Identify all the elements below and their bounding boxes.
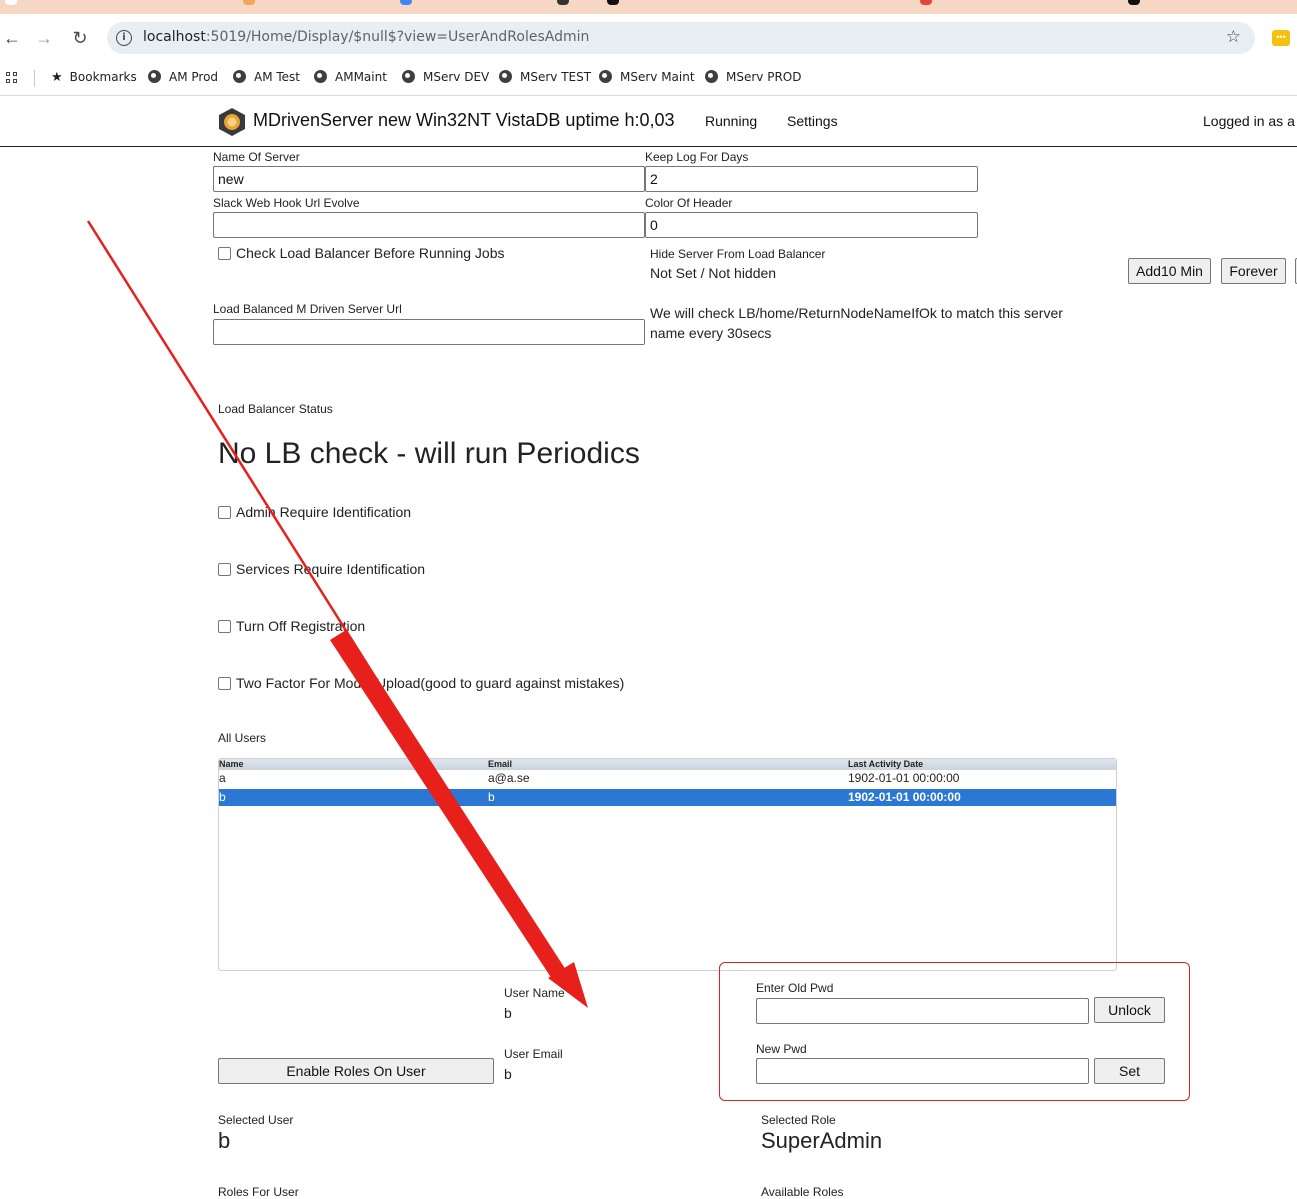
cell-last-activity: 1902-01-01 00:00:00	[848, 790, 961, 804]
browser-tab-strip	[0, 0, 1297, 14]
selected-user-value: b	[218, 1128, 231, 1153]
tab-favicon[interactable]	[557, 0, 569, 5]
keep-log-input[interactable]	[645, 166, 978, 192]
hide-server-value: Not Set / Not hidden	[650, 265, 777, 281]
table-row-selected[interactable]: b b 1902-01-01 00:00:00	[219, 789, 1116, 806]
check-lb-label: Check Load Balancer Before Running Jobs	[236, 245, 505, 261]
tab-favicon[interactable]	[243, 0, 255, 5]
cell-email: b	[488, 790, 495, 804]
url-text[interactable]: localhost:5019/Home/Display/$null$?view=…	[143, 29, 589, 45]
user-name-value: b	[504, 1005, 512, 1021]
globe-icon	[314, 70, 327, 83]
admin-require-id-label: Admin Require Identification	[236, 504, 412, 520]
check-lb-checkbox[interactable]	[218, 247, 231, 260]
bookmark-am-prod[interactable]: AM Prod	[148, 67, 218, 87]
user-name-label: User Name	[504, 986, 565, 1000]
lb-url-label: Load Balanced M Driven Server Url	[213, 302, 402, 316]
lb-status-label: Load Balancer Status	[218, 402, 333, 416]
bookmark-mserv-prod[interactable]: MServ PROD	[705, 67, 801, 87]
back-arrow-icon[interactable]: ←	[0, 26, 24, 50]
two-factor-checkbox[interactable]	[218, 677, 231, 690]
bookmarks-bar: ★ Bookmarks AM Prod AM Test AMMaint MServ…	[0, 62, 1297, 95]
selected-role-value: SuperAdmin	[761, 1128, 883, 1153]
services-require-id-checkbox[interactable]	[218, 563, 231, 576]
tab-favicon[interactable]	[920, 0, 932, 5]
globe-icon	[705, 70, 718, 83]
globe-icon	[148, 70, 161, 83]
keep-log-label: Keep Log For Days	[645, 150, 749, 164]
site-info-icon[interactable]: i	[116, 30, 132, 46]
bookmark-mserv-maint[interactable]: MServ Maint	[599, 67, 695, 87]
lb-status-value: No LB check - will run Periodics	[218, 437, 640, 470]
tab-favicon[interactable]	[607, 0, 619, 5]
selected-user-label: Selected User	[218, 1113, 294, 1127]
name-of-server-input[interactable]	[213, 166, 645, 192]
logged-in-status[interactable]: Logged in as a	[1203, 113, 1295, 129]
users-grid[interactable]: Name Email Last Activity Date a a@a.se 1…	[218, 758, 1117, 971]
globe-icon	[233, 70, 246, 83]
color-header-input[interactable]	[645, 212, 978, 238]
bookmark-ammaint[interactable]: AMMaint	[314, 67, 387, 87]
two-factor-label: Two Factor For Model Upload(good to guar…	[236, 675, 625, 691]
services-require-id-label: Services Require Identification	[236, 561, 426, 577]
nav-running[interactable]: Running	[705, 113, 757, 129]
cell-name: b	[219, 790, 226, 804]
column-header-email[interactable]: Email	[488, 759, 512, 770]
roles-for-user-label: Roles For User	[218, 1185, 299, 1199]
tab-indicator	[5, 0, 17, 5]
column-header-name[interactable]: Name	[219, 759, 244, 770]
apps-grid-icon[interactable]	[6, 72, 18, 84]
enable-roles-button[interactable]: Enable Roles On User	[218, 1058, 494, 1084]
hide-server-label: Hide Server From Load Balancer	[650, 247, 826, 261]
turn-off-registration-checkbox[interactable]	[218, 620, 231, 633]
lb-url-input[interactable]	[213, 319, 645, 345]
available-roles-label: Available Roles	[761, 1185, 844, 1199]
user-email-value: b	[504, 1066, 512, 1082]
user-email-label: User Email	[504, 1047, 563, 1061]
all-users-label: All Users	[218, 731, 267, 745]
name-of-server-label: Name Of Server	[213, 150, 300, 164]
mdriven-logo-icon[interactable]	[217, 107, 247, 137]
tab-favicon[interactable]	[1128, 0, 1140, 5]
globe-icon	[402, 70, 415, 83]
globe-icon	[599, 70, 612, 83]
selected-role-label: Selected Role	[761, 1113, 836, 1127]
forever-button[interactable]: Forever	[1221, 258, 1286, 284]
bookmark-am-test[interactable]: AM Test	[233, 67, 300, 87]
reload-icon[interactable]: ↻	[68, 26, 92, 50]
lb-note-line1: We will check LB/home/ReturnNodeNameIfOk…	[650, 305, 1063, 321]
annotation-highlight-box	[719, 962, 1190, 1101]
nav-settings[interactable]: Settings	[787, 113, 838, 129]
globe-icon	[499, 70, 512, 83]
tab-favicon[interactable]	[400, 0, 412, 5]
bookmarks-separator	[34, 70, 35, 87]
cell-last-activity: 1902-01-01 00:00:00	[848, 771, 960, 785]
bookmark-mserv-test[interactable]: MServ TEST	[499, 67, 591, 87]
slack-webhook-input[interactable]	[213, 212, 645, 238]
admin-require-id-checkbox[interactable]	[218, 506, 231, 519]
bookmarks-folder[interactable]: ★ Bookmarks	[51, 67, 137, 87]
add10-min-button[interactable]: Add10 Min	[1128, 258, 1211, 284]
bookmark-star-icon[interactable]: ☆	[1226, 27, 1241, 47]
color-header-label: Color Of Header	[645, 196, 733, 210]
server-title[interactable]: MDrivenServer new Win32NT VistaDB uptime…	[253, 110, 675, 131]
table-row[interactable]: a a@a.se 1902-01-01 00:00:00	[219, 770, 1116, 787]
address-bar[interactable]: i localhost:5019/Home/Display/$null$?vie…	[107, 22, 1255, 54]
column-header-last-activity[interactable]: Last Activity Date	[848, 759, 923, 770]
slack-webhook-label: Slack Web Hook Url Evolve	[213, 196, 360, 210]
bookmark-mserv-dev[interactable]: MServ DEV	[402, 67, 489, 87]
cell-name: a	[219, 771, 226, 785]
extension-icon[interactable]: •••	[1272, 30, 1290, 46]
turn-off-registration-label: Turn Off Registration	[236, 618, 366, 634]
lb-note-line2: name every 30secs	[650, 325, 772, 341]
forward-arrow-icon[interactable]: →	[32, 26, 56, 50]
grid-header: Name Email Last Activity Date	[219, 759, 1116, 770]
cell-email: a@a.se	[488, 771, 530, 785]
star-icon: ★	[51, 70, 63, 85]
